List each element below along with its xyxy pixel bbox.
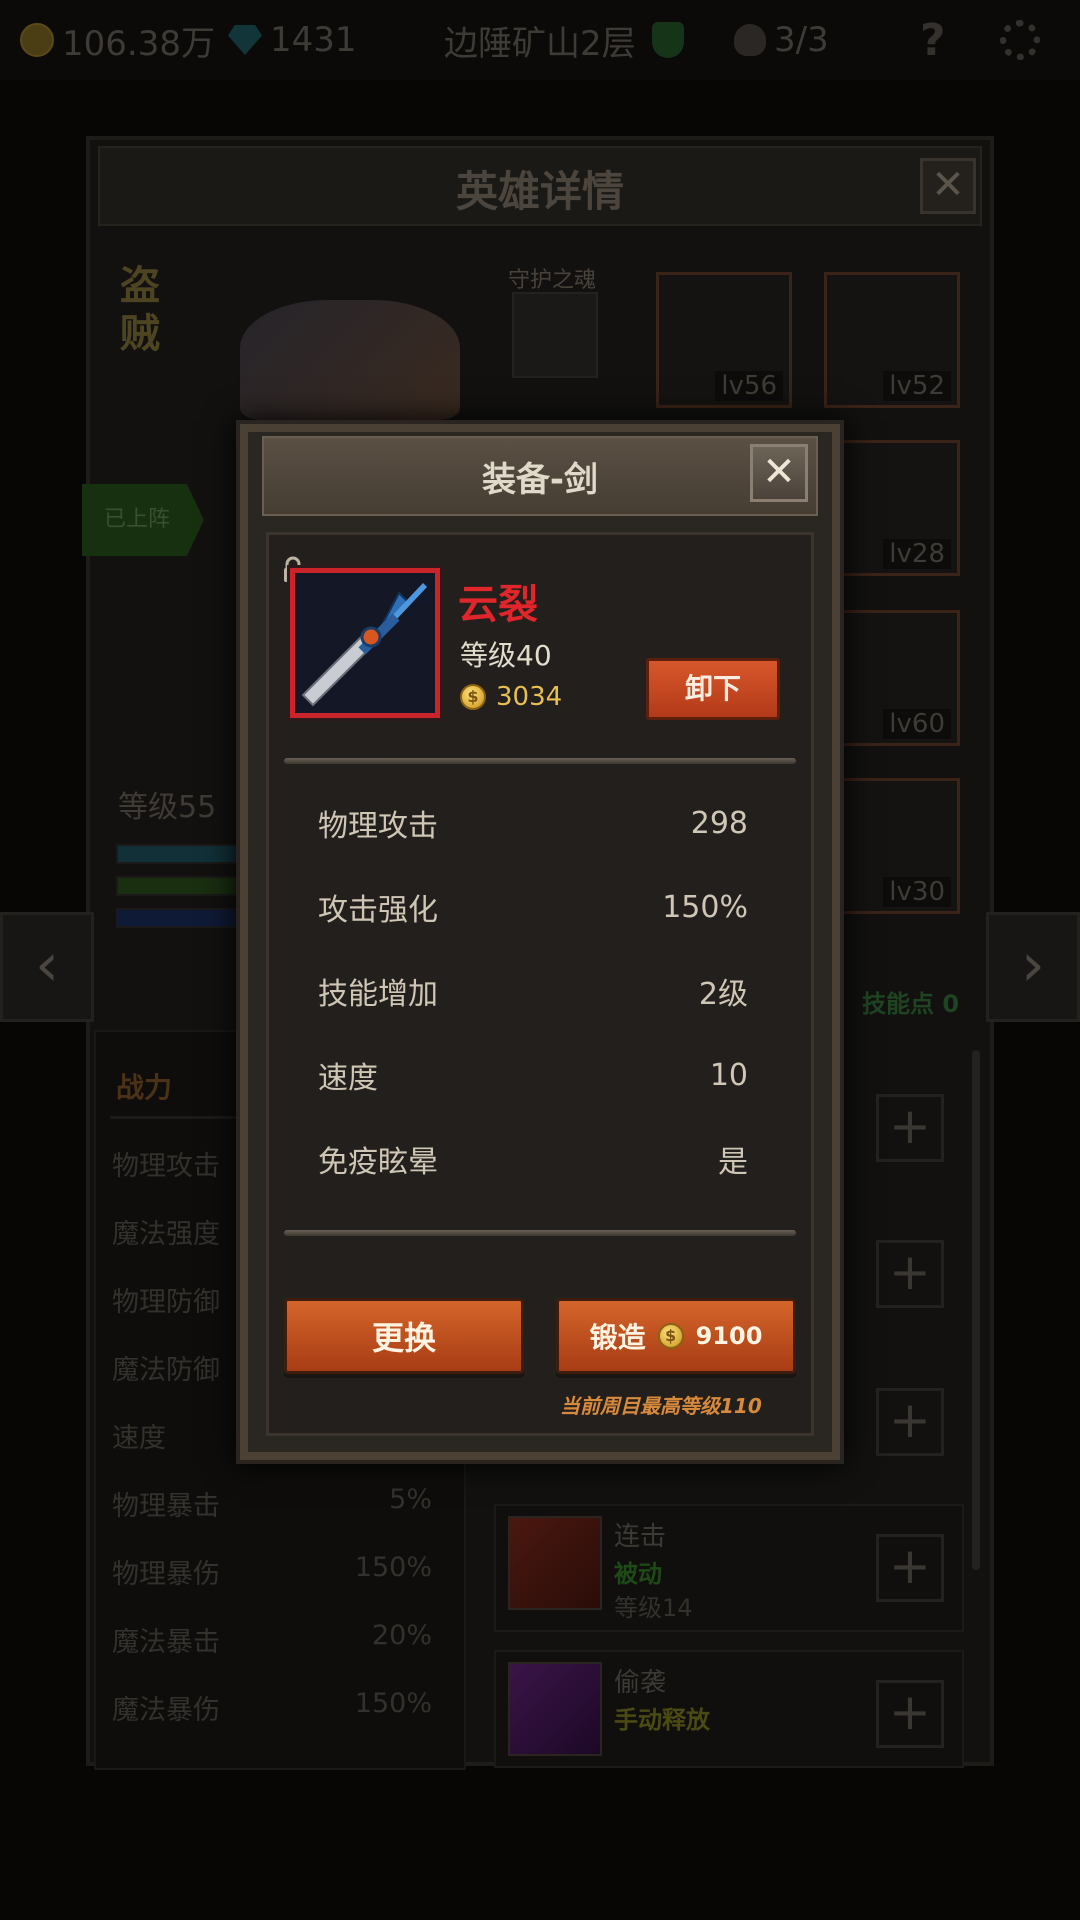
stat-row: 魔法暴击 20%: [112, 1620, 432, 1658]
prev-hero-button[interactable]: ‹: [0, 912, 94, 1022]
guardian-soul-slot[interactable]: [512, 292, 598, 378]
gem-icon: [228, 25, 262, 55]
hero-level: 等级55: [118, 790, 217, 825]
skill-upgrade-button[interactable]: +: [876, 1680, 944, 1748]
equip-level: lv60: [883, 709, 951, 739]
mana-bar: [116, 908, 246, 928]
replace-button[interactable]: 更换: [284, 1298, 524, 1374]
settings-button[interactable]: [1000, 18, 1040, 62]
help-button[interactable]: ?: [920, 15, 946, 66]
skill-points: 技能点 0: [862, 990, 960, 1018]
location-label[interactable]: 边陲矿山2层: [444, 18, 636, 64]
skill-upgrade-button[interactable]: +: [876, 1240, 944, 1308]
attribute-row: 免疫眩晕是: [318, 1145, 748, 1180]
equip-level: lv28: [883, 539, 951, 569]
equip-level: lv30: [883, 877, 951, 907]
equip-slot-boots[interactable]: lv30: [824, 778, 960, 914]
modal-title: 装备-剑: [481, 460, 599, 500]
equip-slot-ring[interactable]: lv60: [824, 610, 960, 746]
attribute-row: 攻击强化 150%: [318, 889, 748, 929]
equip-level: lv52: [883, 371, 951, 401]
attribute-row: 技能增加 2级: [318, 977, 748, 1012]
item-price: $ 3034: [460, 682, 562, 712]
skill-name: 偷袭: [614, 1668, 667, 1698]
gold-coin-icon: $: [657, 1323, 684, 1349]
gold-counter: 106.38万: [20, 18, 215, 64]
hero-portrait: [240, 300, 460, 420]
item-name: 云裂: [458, 582, 538, 628]
hp-bar: [116, 844, 246, 864]
skill-type: 手动释放: [614, 1706, 710, 1734]
unequip-button[interactable]: 卸下: [646, 658, 780, 720]
deployed-flag: 已上阵: [82, 484, 204, 556]
skill-type: 被动: [614, 1560, 662, 1588]
hero-class-name: 盗贼: [120, 263, 160, 357]
help-icon: ?: [920, 14, 946, 66]
item-price-value: 3034: [496, 682, 563, 712]
skull-count: 3/3: [774, 20, 829, 60]
divider: [284, 758, 796, 764]
sword-icon: [295, 573, 435, 713]
gem-counter: 1431: [228, 18, 357, 62]
guardian-soul-label: 守护之魂: [508, 268, 597, 293]
hero-panel-title: 英雄详情: [455, 167, 624, 216]
forge-level-note: 当前周目最高等级110: [560, 1394, 762, 1418]
gold-amount: 106.38万: [62, 23, 215, 64]
stat-row: 魔法暴伤 150%: [112, 1688, 432, 1726]
skill-upgrade-button[interactable]: +: [876, 1534, 944, 1602]
skill-upgrade-button[interactable]: +: [876, 1094, 944, 1162]
skull-icon: [734, 24, 766, 56]
skull-counter: 3/3: [734, 18, 829, 62]
forge-button[interactable]: 锻造 $ 9100: [556, 1298, 796, 1374]
gold-coin-icon: $: [460, 684, 486, 710]
shield-status[interactable]: [652, 18, 684, 62]
divider: [284, 1230, 796, 1236]
modal-close-button[interactable]: ✕: [750, 444, 808, 502]
stat-row: 物理暴伤 150%: [112, 1552, 432, 1590]
next-hero-button[interactable]: ›: [986, 912, 1080, 1022]
equip-level: lv56: [715, 371, 783, 401]
location-name: 边陲矿山2层: [444, 23, 636, 64]
stat-row: 物理暴击 5%: [112, 1484, 432, 1522]
gem-amount: 1431: [270, 20, 357, 60]
attribute-row: 速度 10: [318, 1057, 748, 1097]
forge-label: 锻造: [589, 1321, 646, 1354]
equip-slot-cape[interactable]: lv52: [824, 272, 960, 408]
shield-icon: [652, 22, 684, 58]
equip-slot-helmet[interactable]: lv56: [656, 272, 792, 408]
sneak-attack-skill-icon: [508, 1662, 602, 1756]
replace-label: 更换: [371, 1319, 436, 1357]
skill-name: 连击: [614, 1522, 667, 1552]
exp-bar: [116, 876, 246, 896]
skill-upgrade-button[interactable]: +: [876, 1388, 944, 1456]
stats-title: 战力: [116, 1071, 173, 1104]
item-icon-frame[interactable]: [290, 568, 440, 718]
attribute-row: 物理攻击 298: [318, 805, 748, 845]
skill-level: 等级14: [614, 1594, 693, 1622]
equip-slot-armor[interactable]: lv28: [824, 440, 960, 576]
gear-icon: [1000, 20, 1040, 60]
gold-coin-icon: [20, 23, 54, 57]
skill-list-scrollbar[interactable]: [972, 1050, 980, 1570]
hero-panel-close-button[interactable]: ✕: [920, 158, 976, 214]
forge-cost: 9100: [695, 1322, 763, 1350]
combo-skill-icon: [508, 1516, 602, 1610]
item-level: 等级40: [460, 639, 552, 672]
